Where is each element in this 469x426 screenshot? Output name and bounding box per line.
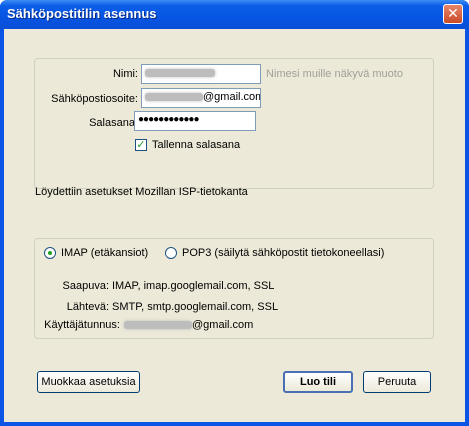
name-label: Nimi: xyxy=(112,68,138,80)
pop3-radio[interactable] xyxy=(165,247,177,259)
name-hint: Nimesi muille näkyvä muoto xyxy=(266,68,403,80)
title-bar[interactable]: Sähköpostitilin asennus ✕ xyxy=(0,0,469,29)
incoming-value: IMAP, imap.googlemail.com, SSL xyxy=(112,280,275,292)
window-title: Sähköpostitilin asennus xyxy=(7,6,157,21)
password-label: Salasana: xyxy=(89,117,138,129)
incoming-label: Saapuva: xyxy=(62,280,109,292)
username-domain: @gmail.com xyxy=(192,319,254,331)
name-input[interactable] xyxy=(141,64,261,84)
imap-radio-label[interactable]: IMAP (etäkansiot) xyxy=(61,247,148,259)
email-input[interactable]: @gmail.com xyxy=(141,88,261,108)
redacted-username xyxy=(124,321,192,330)
remember-password-label[interactable]: Tallenna salasana xyxy=(152,139,240,151)
radio-selected-dot xyxy=(48,251,52,255)
imap-radio[interactable] xyxy=(44,247,56,259)
redacted-name xyxy=(145,69,215,78)
dialog-window: Sähköpostitilin asennus ✕ Nimi: Nimesi m… xyxy=(0,0,469,426)
edit-settings-button[interactable]: Muokkaa asetuksia xyxy=(37,371,140,393)
remember-password-checkbox[interactable]: ✓ xyxy=(135,139,147,151)
close-icon: ✕ xyxy=(447,5,459,21)
outgoing-value: SMTP, smtp.googlemail.com, SSL xyxy=(112,301,279,313)
redacted-email-user xyxy=(145,93,203,102)
password-mask: ●●●●●●●●●●●● xyxy=(138,114,199,125)
status-message: Löydettiin asetukset Mozillan ISP-tietok… xyxy=(35,186,248,198)
close-button[interactable]: ✕ xyxy=(443,4,463,24)
password-input[interactable]: ●●●●●●●●●●●● xyxy=(134,111,256,131)
pop3-radio-label[interactable]: POP3 (säilytä sähköpostit tietokoneellas… xyxy=(182,247,384,259)
dialog-body: Nimi: Nimesi muille näkyvä muoto Sähköpo… xyxy=(4,29,465,422)
email-label: Sähköpostiosoite: xyxy=(51,93,138,105)
username-value: @gmail.com xyxy=(124,319,253,331)
create-account-button[interactable]: Luo tili xyxy=(283,371,353,393)
cancel-button[interactable]: Peruuta xyxy=(363,371,431,393)
check-icon: ✓ xyxy=(136,139,146,151)
email-domain: @gmail.com xyxy=(203,91,261,103)
outgoing-label: Lähtevä: xyxy=(66,301,109,313)
username-label: Käyttäjätunnus: xyxy=(44,319,120,331)
